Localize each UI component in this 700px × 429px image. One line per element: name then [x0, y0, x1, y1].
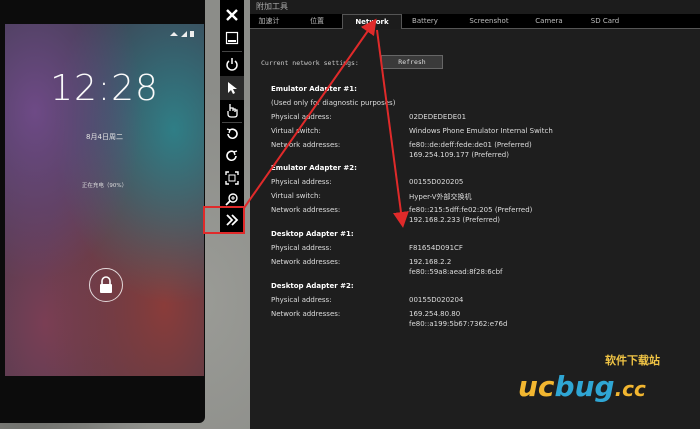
watermark-en-b: bug	[554, 370, 615, 403]
watermark-en-c: .cc	[614, 377, 646, 401]
watermark-logo: 软件下载站 ucbug.cc	[510, 352, 700, 429]
watermark-cn: 软件下载站	[605, 354, 660, 367]
watermark-en: ucbug.cc	[518, 370, 646, 403]
watermark-en-a: uc	[518, 370, 555, 403]
